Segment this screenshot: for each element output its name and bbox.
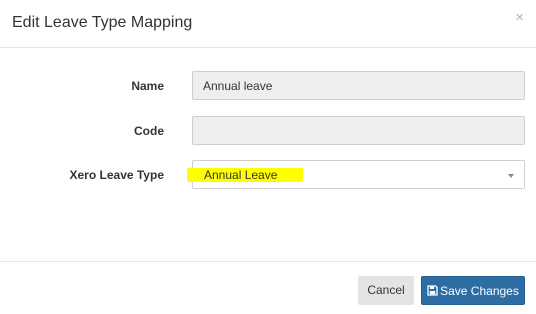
code-label: Code xyxy=(134,124,164,138)
dialog-header: Edit Leave Type Mapping × xyxy=(0,0,536,48)
floppy-disk-icon xyxy=(427,285,438,296)
edit-leave-type-mapping-dialog: Edit Leave Type Mapping × Name Code Xero… xyxy=(0,0,536,314)
close-icon[interactable]: × xyxy=(515,10,524,25)
save-changes-button[interactable]: Save Changes xyxy=(421,276,525,305)
xero-leave-type-label: Xero Leave Type xyxy=(69,168,165,182)
dialog-title: Edit Leave Type Mapping xyxy=(12,14,193,31)
form-row-xero-leave-type: Xero Leave Type Annual Leave xyxy=(0,160,536,190)
dialog-footer: Cancel Save Changes xyxy=(0,261,536,314)
cancel-button[interactable]: Cancel xyxy=(358,276,414,305)
name-field[interactable] xyxy=(192,71,525,100)
caret-down-icon xyxy=(508,174,514,178)
code-field[interactable] xyxy=(192,116,525,145)
save-changes-label: Save Changes xyxy=(440,284,519,298)
name-label: Name xyxy=(131,79,164,93)
xero-leave-type-select[interactable]: Annual Leave xyxy=(187,160,525,189)
form-row-name: Name xyxy=(0,71,536,101)
form-row-code: Code xyxy=(0,116,536,146)
xero-leave-type-selected-value: Annual Leave xyxy=(204,168,278,182)
